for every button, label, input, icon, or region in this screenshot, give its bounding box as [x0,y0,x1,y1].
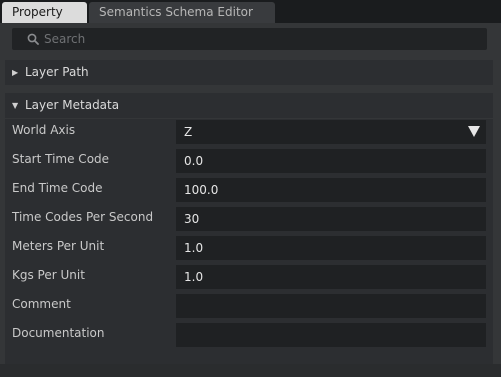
row-comment: Comment [5,293,493,319]
label-end-time-code: End Time Code [12,181,103,195]
row-world-axis: World Axis Z [5,119,493,145]
search-icon [27,33,39,45]
start-time-code-field[interactable]: 0.0 [176,149,486,173]
meters-per-unit-field[interactable]: 1.0 [176,236,486,260]
end-time-code-field[interactable]: 100.0 [176,178,486,202]
tab-property[interactable]: Property [2,2,87,23]
section-label-layer-metadata: Layer Metadata [25,98,120,112]
section-label-layer-path: Layer Path [25,65,89,79]
dropdown-caret-icon[interactable] [468,126,480,137]
label-kgs-per-unit: Kgs Per Unit [12,268,85,282]
label-comment: Comment [12,297,71,311]
tab-bar: Property Semantics Schema Editor [0,0,501,23]
property-window: Property Semantics Schema Editor ▶ Layer… [0,0,501,377]
search-box[interactable] [12,28,487,50]
kgs-per-unit-field[interactable]: 1.0 [176,265,486,289]
world-axis-value: Z [184,125,193,139]
property-panel: ▶ Layer Path ▼ Layer Metadata World Axis… [0,23,501,377]
time-codes-per-second-field[interactable]: 30 [176,207,486,231]
label-world-axis: World Axis [12,123,76,137]
row-time-codes-per-second: Time Codes Per Second 30 [5,206,493,232]
label-start-time-code: Start Time Code [12,152,110,166]
row-meters-per-unit: Meters Per Unit 1.0 [5,235,493,261]
row-end-time-code: End Time Code 100.0 [5,177,493,203]
section-header-layer-path[interactable]: ▶ Layer Path [5,60,493,85]
row-start-time-code: Start Time Code 0.0 [5,148,493,174]
comment-field[interactable] [176,294,486,318]
triangle-down-icon: ▼ [12,101,19,110]
label-time-codes-per-second: Time Codes Per Second [12,210,154,224]
search-input[interactable] [44,28,474,50]
panel-bottom-edge [0,364,501,377]
row-documentation: Documentation [5,322,493,348]
triangle-right-icon: ▶ [12,68,19,77]
label-documentation: Documentation [12,326,105,340]
section-header-layer-metadata[interactable]: ▼ Layer Metadata [5,93,493,118]
row-kgs-per-unit: Kgs Per Unit 1.0 [5,264,493,290]
documentation-field[interactable] [176,323,486,347]
layer-metadata-body: World Axis Z Start Time Code 0.0 End Tim… [5,119,493,377]
tab-semantics-schema-editor[interactable]: Semantics Schema Editor [89,2,275,23]
label-meters-per-unit: Meters Per Unit [12,239,105,253]
world-axis-dropdown[interactable]: Z [176,120,486,144]
